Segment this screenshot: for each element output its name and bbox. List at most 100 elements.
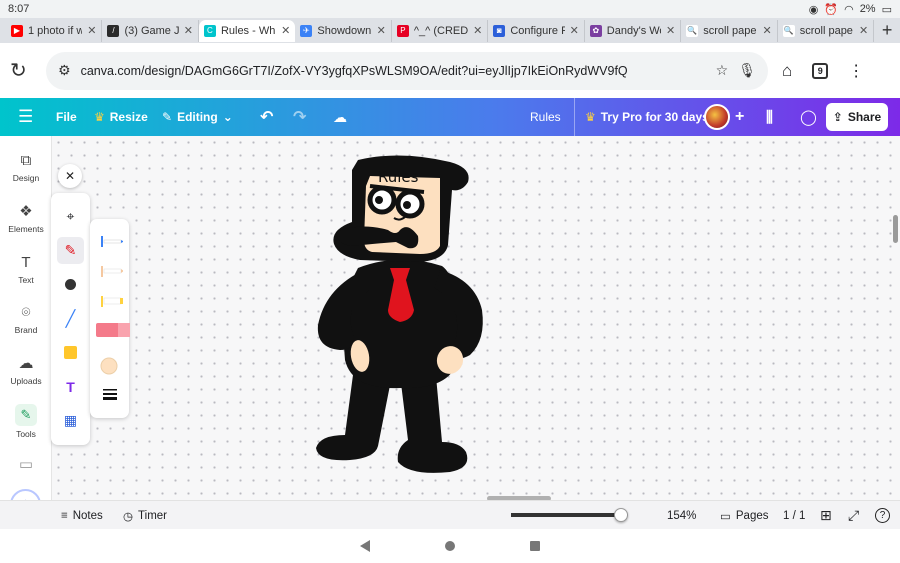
analytics-icon[interactable]: ⫼ [766, 98, 773, 136]
reload-icon[interactable]: ↻ [10, 58, 38, 83]
pen-marker-peach[interactable] [96, 264, 124, 278]
address-bar[interactable]: ⚙ canva.com/design/DAGmG6GrT7I/ZofX-VY3y… [46, 51, 768, 90]
file-menu[interactable]: File [56, 98, 77, 136]
browser-tab[interactable]: C Rules - Wh ✕ [198, 19, 296, 42]
color-swatch[interactable] [96, 357, 123, 375]
cloud-saved-icon[interactable]: ☁ [333, 98, 347, 136]
browser-tab[interactable]: 🔍 scroll pape ✕ [681, 19, 778, 42]
text-icon: T [21, 254, 31, 271]
add-collaborator-button[interactable]: + [735, 98, 744, 136]
zoom-percentage[interactable]: 154% [667, 501, 696, 530]
android-status-bar: 8:07 ◉ ⏰ ◠ 2% ▭ [0, 0, 900, 18]
help-button[interactable]: ? [875, 501, 890, 530]
select-pointer-icon[interactable]: ⌖ [57, 203, 84, 230]
bookmark-icon[interactable]: ☆ [716, 62, 729, 79]
line-tool-icon[interactable]: ╱ [57, 305, 84, 332]
editor-footer: ≡ Notes ◷ Timer 154% ▭ Pages 1 / 1 ⊞ ⤢ ? [0, 500, 900, 529]
vertical-scrollbar[interactable] [893, 215, 898, 243]
try-pro-button[interactable]: ♛ Try Pro for 30 days [574, 98, 709, 136]
tab-close-icon[interactable]: ✕ [763, 24, 772, 37]
sticky-note-icon[interactable] [57, 339, 84, 366]
tab-favicon-icon: ▶ [11, 24, 23, 37]
tab-favicon-icon: ✿ [589, 24, 602, 37]
hamburger-menu-icon[interactable]: ☰ [18, 98, 33, 136]
sidebar-item-tools[interactable]: ✎ Tools [0, 404, 52, 439]
crown-icon: ♛ [94, 110, 105, 124]
table-tool-icon[interactable]: ▦ [57, 407, 84, 434]
tab-close-icon[interactable]: ✕ [281, 24, 290, 37]
browser-toolbar: ↻ ⚙ canva.com/design/DAGmG6GrT7I/ZofX-VY… [0, 43, 900, 98]
browser-tab[interactable]: / (3) Game J ✕ [102, 19, 199, 42]
tab-close-icon[interactable]: ✕ [87, 24, 96, 37]
tab-close-icon[interactable]: ✕ [570, 24, 579, 37]
browser-tab[interactable]: 🔍 scroll pape ✕ [778, 19, 875, 42]
tab-close-icon[interactable]: ✕ [184, 24, 193, 37]
pen-tool-icon[interactable]: ✎ [57, 237, 84, 264]
redo-icon[interactable]: ↷ [293, 98, 306, 136]
tab-close-icon[interactable]: ✕ [377, 24, 386, 37]
sidebar-item-elements[interactable]: ❖ Elements [0, 203, 52, 234]
stroke-weight-icon[interactable] [96, 387, 123, 401]
tab-title: Rules - Wh [220, 24, 276, 37]
alarm-icon: ⏰ [824, 3, 839, 16]
sidebar-item-text[interactable]: T Text [0, 254, 52, 285]
sidebar-item-label: Text [18, 275, 34, 285]
resize-button[interactable]: ♛ Resize [94, 98, 148, 136]
document-title[interactable]: Rules [530, 98, 561, 136]
fullscreen-icon[interactable]: ⤢ [848, 501, 859, 530]
page-counter[interactable]: 1 / 1 [783, 501, 805, 530]
home-icon[interactable]: ⌂ [782, 61, 792, 81]
zoom-slider-handle[interactable] [613, 508, 628, 522]
tools-icon: ✎ [15, 404, 37, 426]
tab-favicon-icon: / [107, 24, 120, 37]
chevron-down-icon: ⌄ [222, 110, 233, 124]
microphone-icon[interactable]: 🎙 [738, 62, 756, 79]
grid-view-icon[interactable]: ⊞ [820, 501, 832, 530]
sidebar-item-brand[interactable]: ⌾ Brand [0, 304, 52, 335]
home-circle-icon[interactable] [445, 541, 455, 551]
site-info-icon[interactable]: ⚙ [58, 62, 71, 79]
pen-marker-blue[interactable] [96, 234, 124, 248]
browser-tab[interactable]: ▶ 1 photo if w ✕ [6, 19, 103, 42]
back-icon[interactable] [360, 540, 370, 552]
battery-level: 2% [859, 3, 876, 15]
share-icon: ⇪ [832, 110, 843, 124]
share-button[interactable]: ⇪ Share [826, 103, 888, 131]
timer-label: Timer [138, 509, 168, 522]
battery-icon: ▭ [881, 3, 892, 16]
timer-button[interactable]: ◷ Timer [123, 501, 167, 530]
undo-icon[interactable]: ↶ [260, 98, 273, 136]
recents-icon[interactable] [530, 541, 540, 551]
tab-title: 1 photo if w [28, 24, 83, 37]
text-tool-icon[interactable]: T [57, 373, 84, 400]
browser-tab[interactable]: ✿ Dandy's Wo ✕ [585, 19, 682, 42]
highlighter-yellow[interactable] [96, 294, 123, 308]
comment-icon[interactable]: ◯ [800, 98, 817, 136]
tab-title: ^_^ (CREDS [413, 24, 469, 37]
notes-button[interactable]: ≡ Notes [61, 501, 103, 530]
tab-favicon-icon: ◙ [493, 24, 506, 37]
sidebar-item-uploads[interactable]: ☁ Uploads [0, 355, 52, 386]
sidebar-item-design[interactable]: ⧉ Design [0, 152, 52, 183]
browser-tab[interactable]: P ^_^ (CREDS ✕ [392, 19, 489, 42]
tab-close-icon[interactable]: ✕ [473, 24, 482, 37]
editing-mode-button[interactable]: ✎ Editing ⌄ [162, 98, 233, 136]
character-drawing[interactable]: Rules [300, 150, 500, 480]
pen-options-panel [90, 219, 130, 418]
browser-tab[interactable]: ✈ Showdown ✕ [295, 19, 392, 42]
pages-button[interactable]: ▭ Pages [720, 501, 768, 530]
sidebar-item-projects[interactable]: ▭ [0, 456, 52, 474]
new-tab-button[interactable]: + [874, 20, 900, 41]
browser-tab[interactable]: ◙ Configure F ✕ [488, 19, 585, 42]
eraser-tool[interactable] [96, 323, 130, 337]
avatar[interactable] [704, 104, 730, 130]
menu-dots-icon[interactable]: ⋮ [848, 61, 864, 81]
tab-title: scroll pape [799, 24, 853, 37]
tab-close-icon[interactable]: ✕ [666, 24, 675, 37]
elements-icon: ❖ [19, 203, 33, 220]
tab-switcher-button[interactable]: 9 [812, 62, 829, 79]
drawing-rules-text: Rules [378, 168, 419, 186]
tab-close-icon[interactable]: ✕ [859, 24, 868, 37]
close-draw-panel-button[interactable]: ✕ [58, 164, 82, 188]
shape-tool-icon[interactable] [57, 271, 84, 298]
